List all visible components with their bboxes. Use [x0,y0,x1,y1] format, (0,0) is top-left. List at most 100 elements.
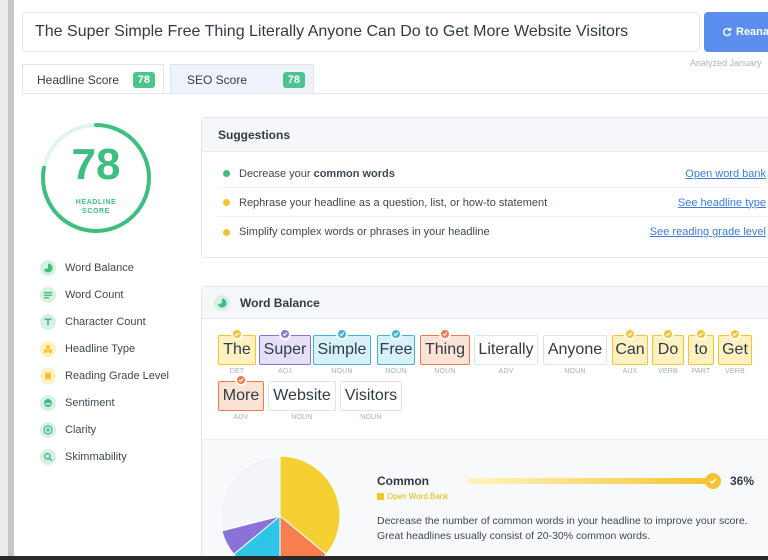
uncommon-badge-icon [235,374,247,386]
common-progress-bar [467,473,721,489]
word-text: Website [268,381,336,411]
headline-score-label: HEADLINE SCORE [40,198,152,216]
see-headline-type-link[interactable]: See headline type [678,197,766,209]
letter-t-icon [40,313,56,330]
part-of-speech-label: VERB [658,368,678,375]
common-percent: 36% [730,474,755,488]
analyzed-timestamp: Analyzed January [690,58,762,68]
emotional-badge-icon [390,328,402,340]
sidebar-item-label: Reading Grade Level [65,369,169,382]
part-of-speech-label: NOUN [564,368,586,375]
face-icon [40,394,56,411]
seo-score-badge: 78 [282,71,305,88]
word-text: Visitors [340,381,402,411]
status-dot [223,199,230,206]
headline-score-value: 78 [71,140,121,189]
word-chip[interactable]: Free NOUN [377,328,415,375]
word-chip[interactable]: Super ADJ [259,328,311,375]
sidebar-item-label: Sentiment [65,396,115,409]
open-word-bank-link[interactable]: Open Word Bank [377,492,448,501]
word-chip[interactable]: Get VERB [718,328,752,375]
bank-link-label: Open Word Bank [387,492,449,501]
part-of-speech-label: NOUN [385,368,407,375]
emotional-badge-icon [336,328,348,340]
reanalyze-button[interactable]: Reana [704,12,768,52]
common-title: Common [377,474,429,488]
part-of-speech-label: NOUN [360,414,382,421]
word-chip[interactable]: Do VERB [652,328,684,375]
bottom-edge [0,556,768,560]
headline-score-badge: 78 [132,71,155,88]
suggestion-text: Simplify complex words or phrases in you… [239,226,490,238]
tab-label: SEO Score [187,72,248,87]
status-dot [223,170,230,177]
common-words-section: Common Open Word Bank 36% Decrease the n… [202,439,768,560]
sidebar-item-word-balance[interactable]: Word Balance [40,254,169,281]
pie-chart-icon [40,259,56,276]
sidebar-item-skimmability[interactable]: Skimmability [40,443,169,470]
part-of-speech-label: NOUN [331,368,353,375]
word-chip[interactable]: Thing NOUN [420,328,470,375]
word-chip[interactable]: Website NOUN [268,381,336,421]
word-chip[interactable]: to PART [688,328,714,375]
word-text: Anyone [543,335,607,365]
headline-input[interactable]: The Super Simple Free Thing Literally An… [22,12,700,52]
sidebar-item-reading-grade-level[interactable]: Reading Grade Level [40,362,169,389]
common-badge-icon [729,328,741,340]
word-chip[interactable]: More ADV [218,374,264,421]
sidebar-item-clarity[interactable]: Clarity [40,416,169,443]
word-chip[interactable]: Visitors NOUN [340,381,402,421]
word-balance-title: Word Balance [240,295,320,310]
book-icon [40,367,56,384]
open-word-bank-link[interactable]: Open word bank [685,168,766,180]
sidebar-item-character-count[interactable]: Character Count [40,308,169,335]
see-reading-grade-level-link[interactable]: See reading grade level [650,226,766,238]
sidebar-item-label: Clarity [65,423,97,436]
sidebar-item-sentiment[interactable]: Sentiment [40,389,169,416]
status-dot [223,228,230,236]
sidebar-item-label: Skimmability [65,450,127,463]
score-label-line2: SCORE [82,208,110,215]
sidebar-item-headline-type[interactable]: Headline Type [40,335,169,362]
suggestion-text: Rephrase your headline as a question, li… [239,196,548,209]
part-of-speech-label: NOUN [291,414,313,421]
word-chip[interactable]: Can AUX [612,328,648,375]
suggestion-text-part: Decrease your [239,167,314,180]
word-balance-panel: Word Balance The DET Super ADJ Simple NOUN Fre… [201,286,768,560]
suggestion-text: Decrease your common words [239,168,395,180]
word-chip[interactable]: Simple NOUN [313,328,371,375]
part-of-speech-label: AUX [622,368,638,375]
part-of-speech-label: VERB [725,368,745,375]
progress-fill [467,478,713,484]
check-icon [705,473,721,489]
word-chip[interactable]: Anyone NOUN [543,335,607,375]
suggestion-strong: common words [313,167,395,180]
sidebar-item-label: Headline Type [65,342,136,355]
suggestion-item: Simplify complex words or phrases in you… [218,218,766,246]
sidebar-nav: Word Balance Word Count Character Count … [40,254,169,470]
score-label-line1: HEADLINE [75,199,117,206]
suggestions-title: Suggestions [202,118,768,152]
tab-divider [22,93,768,94]
uncommon-badge-icon [439,328,451,340]
tab-headline-score[interactable]: Headline Score 78 [22,64,164,94]
suggestion-item: Rephrase your headline as a question, li… [218,189,766,217]
sidebar-item-word-count[interactable]: Word Count [40,281,169,308]
word-balance-header: Word Balance [202,287,768,319]
part-of-speech-label: ADV [233,414,249,421]
word-chip[interactable]: The DET [218,328,256,375]
suggestion-item: Decrease your common words Open word ban… [218,160,766,188]
word-chip[interactable]: Literally ADV [474,335,538,375]
scrollbar-rail[interactable] [8,0,14,560]
part-of-speech-label: PART [691,368,711,375]
part-of-speech-label: ADJ [278,368,292,375]
tab-label: Headline Score [37,72,120,87]
pie-chart-icon [214,294,230,311]
shapes-icon [40,340,56,357]
common-badge-icon [695,328,707,340]
power-badge-icon [279,328,291,340]
suggestions-panel: Suggestions Decrease your common words O… [201,117,768,258]
word-text: Literally [474,335,538,365]
magnifier-icon [40,448,56,465]
tab-seo-score[interactable]: SEO Score 78 [170,64,314,94]
